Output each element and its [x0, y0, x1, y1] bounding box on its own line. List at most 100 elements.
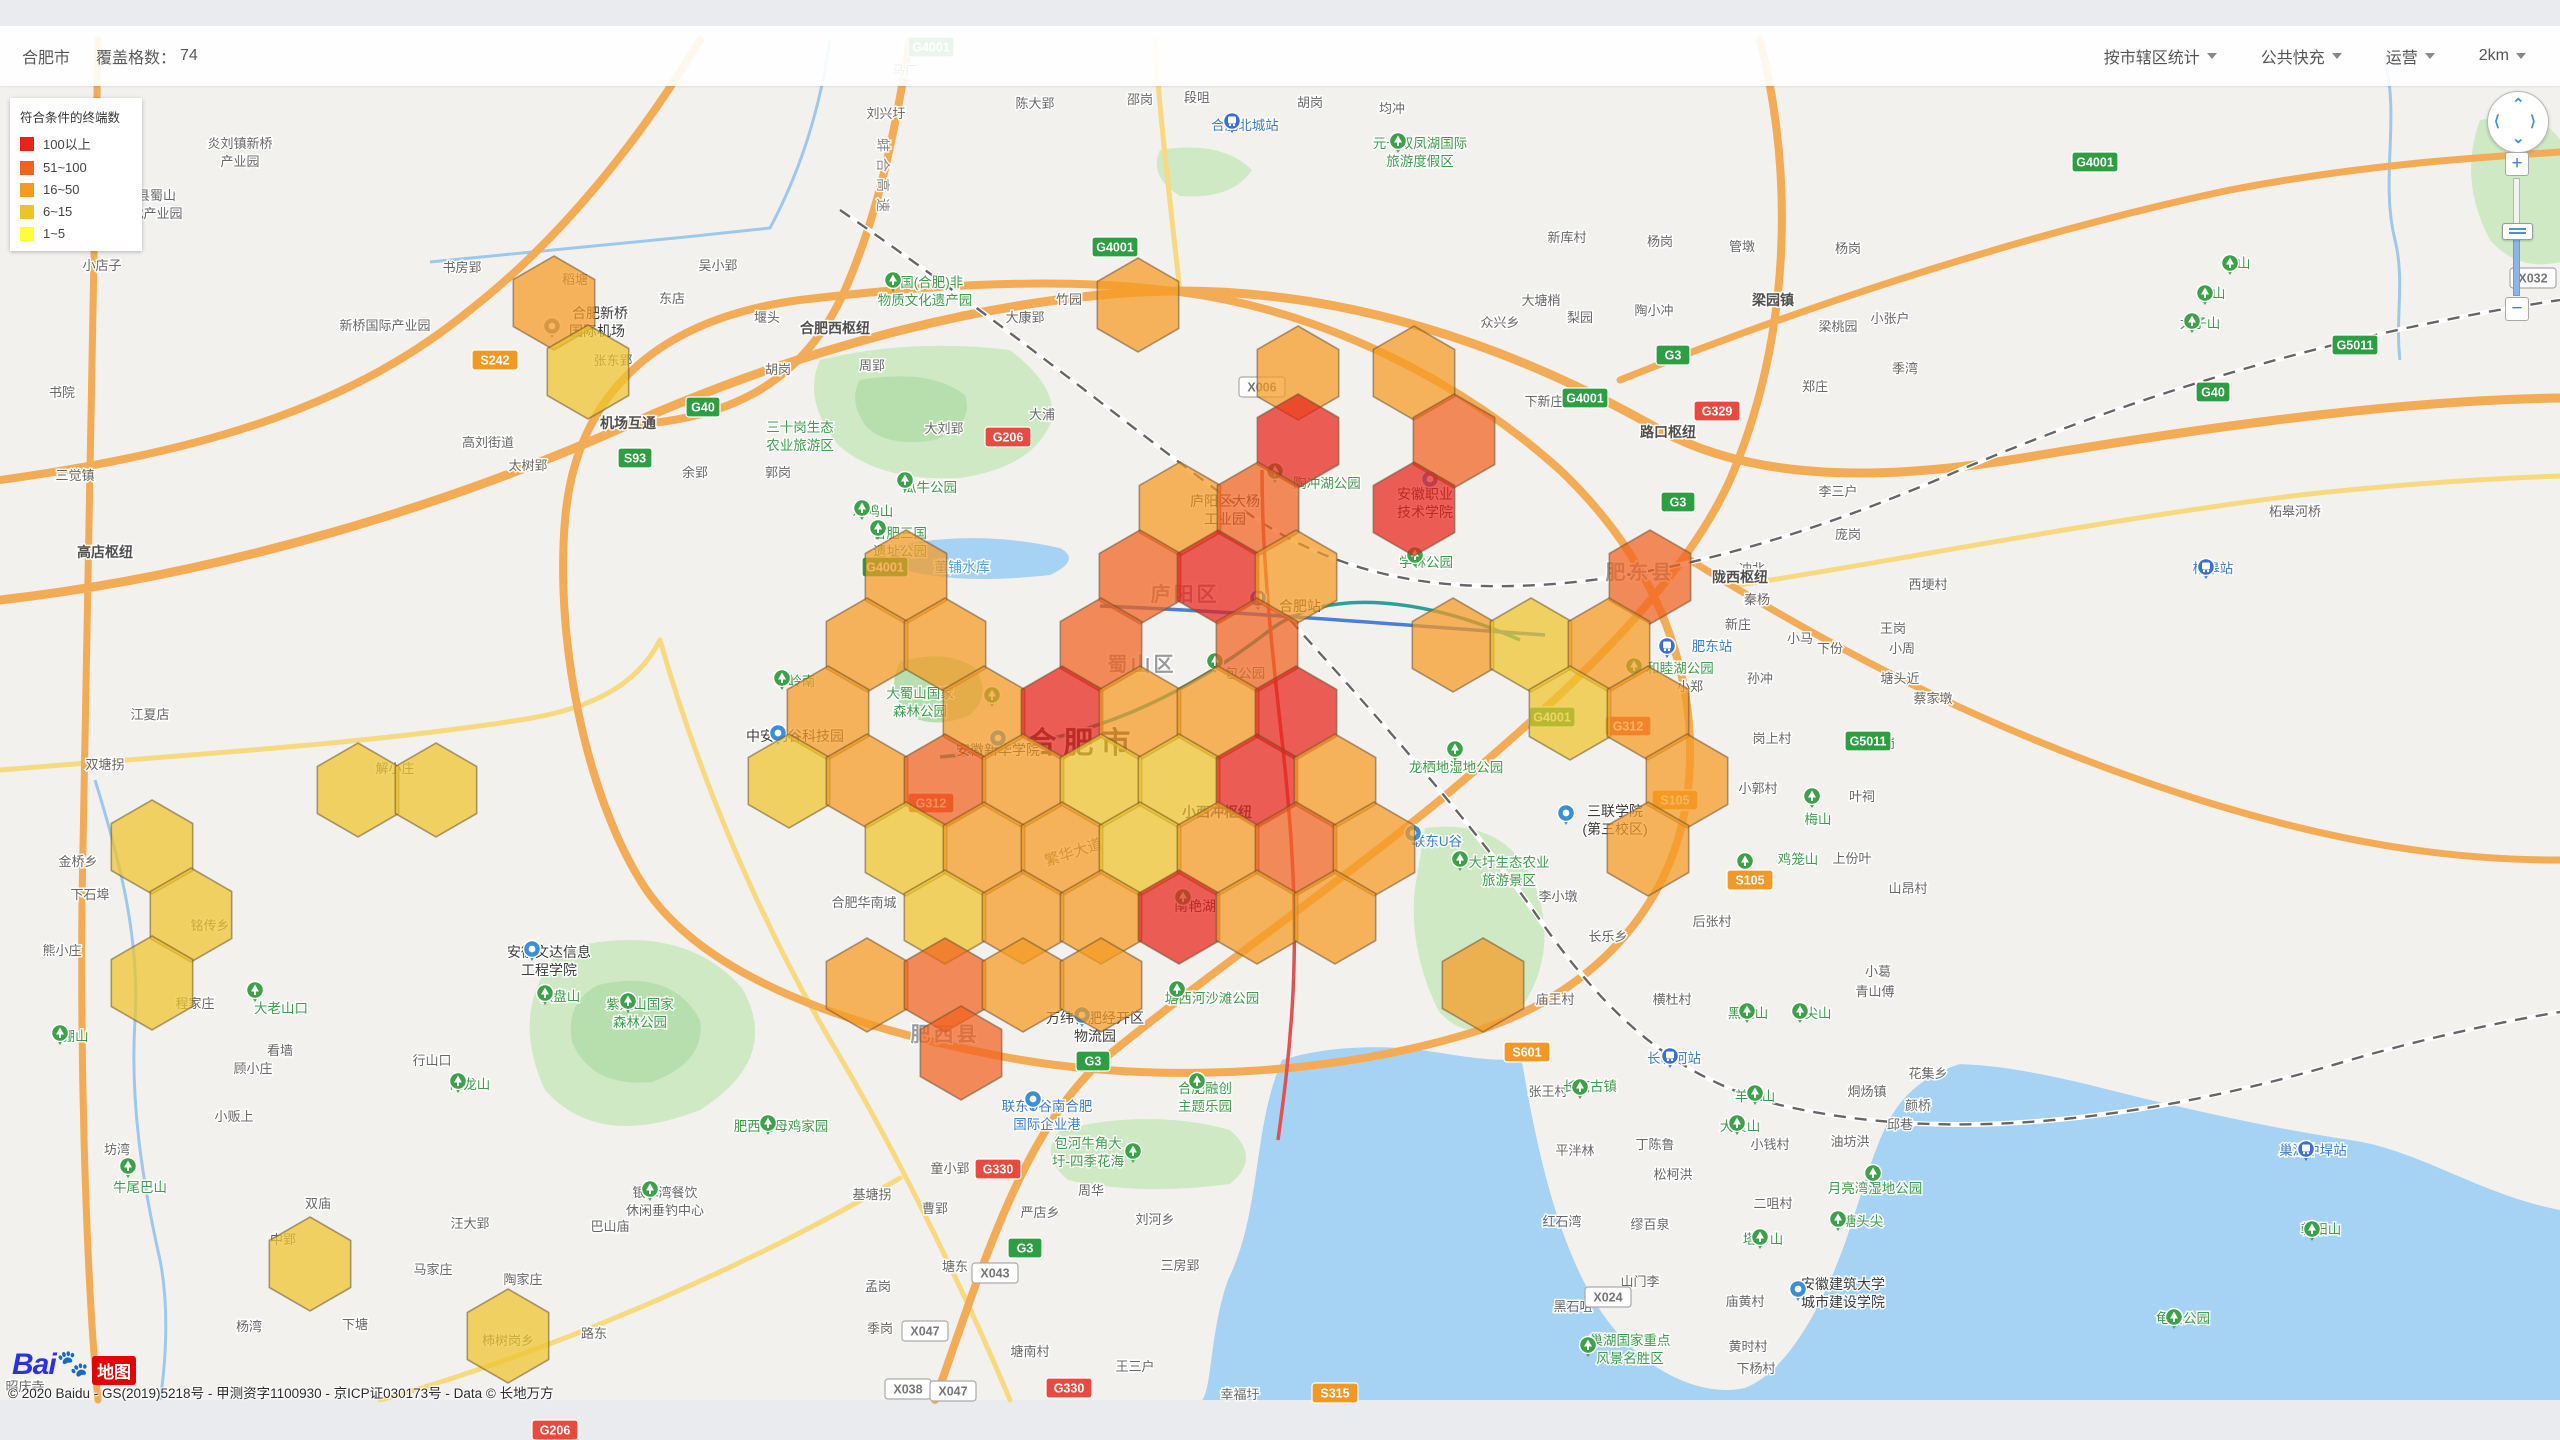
pan-right-icon[interactable]: ⟩: [2530, 112, 2536, 130]
map-label: 金桥乡: [58, 854, 97, 869]
pan-up-icon[interactable]: ⌃: [2512, 95, 2525, 113]
map-label: 众兴乡: [1480, 315, 1519, 330]
map-label: 孙冲: [1747, 671, 1773, 686]
map-label: 庙黄村: [1725, 1294, 1764, 1309]
svg-text:G3: G3: [1017, 1242, 1034, 1256]
pan-compass[interactable]: ⌃ ⌄ ⟨ ⟩: [2487, 91, 2549, 153]
pan-left-icon[interactable]: ⟨: [2494, 112, 2500, 130]
map-label: 龙栖地湿地公园: [1409, 760, 1504, 775]
menu-charger-type[interactable]: 公共快充: [2261, 44, 2342, 68]
map-label: 旅游景区: [1482, 873, 1536, 888]
svg-text:G5011: G5011: [1850, 735, 1887, 749]
menu-district-stats[interactable]: 按市辖区统计: [2104, 44, 2217, 68]
map-label: 马家庄: [413, 1262, 452, 1277]
map-label: 后张村: [1692, 914, 1731, 929]
map-label: 青山傅: [1855, 984, 1894, 999]
svg-text:S242: S242: [480, 354, 509, 368]
svg-text:S105: S105: [1735, 874, 1764, 888]
map-label: 邱巷: [1887, 1117, 1913, 1132]
map-label: 熊小庄: [42, 943, 81, 958]
road-badge: G4001: [1092, 237, 1138, 257]
map-label: 牛尾巴山: [113, 1180, 167, 1195]
map-label: 高刘街道: [462, 435, 514, 450]
chevron-down-icon: [2516, 53, 2526, 59]
svg-text:G3: G3: [1670, 496, 1687, 510]
map-label: 郑庄: [1802, 379, 1828, 394]
menu-operation[interactable]: 运营: [2386, 44, 2435, 68]
map-label: 小店子: [82, 258, 121, 273]
legend-item: 51~100: [20, 160, 132, 175]
map-label: 巴山庙: [590, 1219, 629, 1234]
map-label: 森林公园: [893, 704, 947, 719]
map-label: 梁桃园: [1818, 319, 1857, 334]
chevron-down-icon: [2332, 53, 2342, 59]
legend-swatch: [20, 183, 34, 197]
svg-text:X047: X047: [910, 1325, 939, 1339]
legend-item: 16~50: [20, 182, 132, 197]
svg-text:G3: G3: [1085, 1055, 1102, 1069]
map-label: 下塘: [342, 1317, 368, 1332]
map-label: 烔炀镇: [1847, 1084, 1886, 1099]
svg-text:S315: S315: [1320, 1387, 1349, 1401]
zoom-in-button[interactable]: +: [2505, 152, 2529, 176]
menu-grid-size[interactable]: 2km: [2479, 47, 2526, 65]
road-badge: G5011: [1845, 731, 1891, 751]
map-label: 国际企业港: [1013, 1116, 1081, 1132]
road-badge: G330: [975, 1159, 1021, 1179]
legend-item: 100以上: [20, 134, 132, 153]
map-label: 鸡笼山: [1778, 851, 1819, 867]
road-badge: S93: [618, 448, 652, 468]
map-label: 胡岗: [765, 362, 791, 377]
road-badge: G3: [1656, 345, 1690, 365]
map-label: 圩-四季花海: [1052, 1154, 1124, 1169]
road-badge: G3: [1076, 1051, 1110, 1071]
road-badge: G330: [1046, 1378, 1092, 1398]
road-badge: G329: [1694, 401, 1740, 421]
map-label: 三觉镇: [55, 468, 94, 483]
map-canvas[interactable]: 陈大郢邵岗段咀胡岗均冲马厂刘兴圩炎刘镇新桥产业园寿县蜀山现代产业园新桥国际产业园…: [0, 0, 2560, 1440]
map-label: 小贩上: [214, 1109, 253, 1124]
svg-text:G4001: G4001: [1096, 241, 1134, 255]
map-label: 颜桥: [1905, 1098, 1931, 1113]
map-label: 柘皋河桥: [2269, 504, 2321, 519]
svg-text:S93: S93: [624, 452, 646, 466]
map-label: 三十岗生态: [766, 420, 834, 435]
map-label: 李三户: [1818, 484, 1857, 499]
map-label: 双庙: [305, 1196, 331, 1211]
map-label: 丁陈鲁: [1635, 1137, 1674, 1152]
svg-text:G4001: G4001: [1566, 392, 1604, 406]
map-label: 基塘拐: [852, 1187, 891, 1202]
legend-title: 符合条件的终端数: [20, 107, 132, 126]
map-label: 书院: [49, 385, 75, 400]
legend-swatch: [20, 137, 34, 151]
map-label: 周华: [1078, 1183, 1104, 1198]
map-label: 合肥华南城: [831, 895, 896, 910]
map-label: 幸福圩: [1220, 1387, 1259, 1402]
map-label: 肥东站: [1692, 639, 1733, 654]
baidu-paw-icon: 🐾: [57, 1348, 89, 1379]
road-badge: G206: [532, 1420, 578, 1440]
legend-panel: 符合条件的终端数 100以上 51~100 16~50 6~15 1~5: [10, 98, 142, 251]
road-badge: X038: [885, 1379, 931, 1399]
map-label: 大康郢: [1005, 310, 1044, 325]
map-label: 坊湾: [104, 1142, 130, 1157]
map-label: 季湾: [1892, 361, 1918, 376]
svg-text:G330: G330: [1054, 1382, 1085, 1396]
road-badge: G4001: [1562, 388, 1608, 408]
coverage-label: 覆盖格数：: [96, 44, 176, 68]
road-badge: X024: [1585, 1287, 1631, 1307]
zoom-slider-handle[interactable]: [2502, 223, 2533, 240]
pan-down-icon[interactable]: ⌄: [2512, 129, 2525, 147]
map-label: 塘头尖: [1843, 1214, 1884, 1229]
baidu-logo[interactable]: Bai 🐾 地图: [12, 1348, 136, 1385]
map-label: 大圩生态农业: [1469, 855, 1550, 870]
zoom-out-button[interactable]: −: [2505, 297, 2529, 321]
map-label: 新庄: [1725, 617, 1751, 632]
map-label: 双塘拐: [85, 757, 124, 772]
map-label: 蚌合高速: [875, 138, 891, 218]
map-label: 郭岗: [765, 465, 791, 480]
map-label: 横杜村: [1652, 992, 1691, 1007]
map-label: 工程学院: [521, 962, 577, 978]
map-label: 书房郢: [442, 260, 481, 275]
road-badge: G3: [1008, 1238, 1042, 1258]
